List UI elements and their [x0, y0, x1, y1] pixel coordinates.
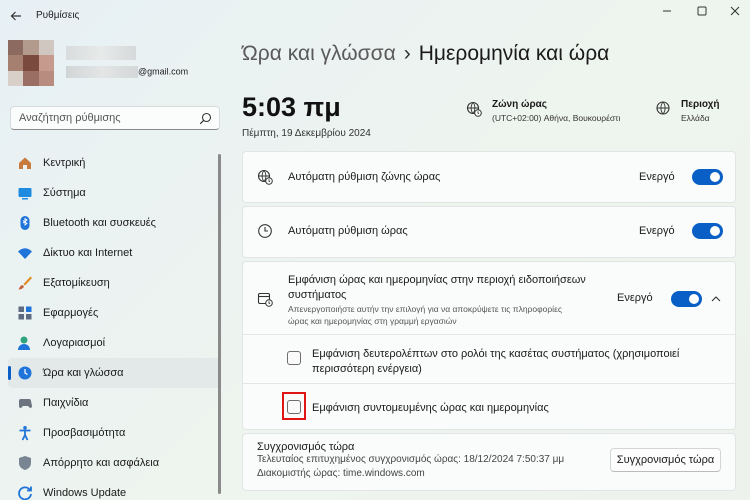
auto-timezone-toggle[interactable] — [692, 169, 723, 185]
title-bar: Ρυθμίσεις — [0, 0, 750, 32]
sync-last: Τελευταίος επιτυχημένος συγχρονισμός ώρα… — [257, 454, 565, 465]
sidebar-item-network[interactable]: Δίκτυο και Internet — [8, 238, 220, 268]
highlight-box — [282, 392, 306, 420]
calendar-clock-icon — [257, 292, 273, 307]
globe-icon — [656, 101, 670, 115]
auto-time-state: Ενεργό — [639, 225, 675, 237]
breadcrumb: Ώρα και γλώσσα › Ημερομηνία και ώρα — [242, 42, 609, 66]
home-icon — [17, 155, 33, 171]
account-icon — [17, 335, 33, 351]
chevron-up-icon[interactable] — [711, 295, 721, 302]
sidebar-item-label: Bluetooth και συσκευές — [43, 217, 156, 229]
profile-name-blurred — [66, 46, 136, 60]
email-blur — [66, 66, 138, 78]
bluetooth-icon — [17, 215, 33, 231]
app-title: Ρυθμίσεις — [36, 10, 80, 21]
sync-now-button[interactable]: Συγχρονισμός τώρα — [610, 448, 721, 472]
show-seconds-label-line2: περισσότερη ενέργεια) — [312, 363, 422, 375]
sidebar-nav: Κεντρική Σύστημα Bluetooth και συσκευές … — [8, 148, 220, 500]
tray-display-state: Ενεργό — [617, 292, 653, 304]
sync-title: Συγχρονισμός τώρα — [257, 441, 355, 453]
sidebar-item-time-language[interactable]: Ώρα και γλώσσα — [8, 358, 220, 388]
divider — [243, 383, 735, 384]
avatar[interactable] — [8, 40, 54, 86]
close-button[interactable] — [718, 2, 750, 20]
sidebar-item-label: Εξατομίκευση — [43, 277, 110, 289]
breadcrumb-parent[interactable]: Ώρα και γλώσσα — [242, 42, 396, 65]
search-input[interactable] — [11, 107, 191, 129]
sidebar-item-label: Λογαριασμοί — [43, 337, 106, 349]
sidebar-item-label: Προσβασιμότητα — [43, 427, 126, 439]
gamepad-icon — [17, 395, 33, 411]
sidebar-item-accounts[interactable]: Λογαριασμοί — [8, 328, 220, 358]
minimize-button[interactable] — [650, 2, 684, 20]
sidebar-item-privacy[interactable]: Απόρρητο και ασφάλεια — [8, 448, 220, 478]
sidebar-item-label: Δίκτυο και Internet — [43, 247, 133, 259]
system-icon — [17, 185, 33, 201]
sidebar-item-label: Windows Update — [43, 487, 127, 499]
tray-display-toggle[interactable] — [671, 291, 702, 307]
short-datetime-label: Εμφάνιση συντομευμένης ώρας και ημερομην… — [312, 402, 549, 414]
show-seconds-label-line1: Εμφάνιση δευτερολέπτων στο ρολόι της κασ… — [312, 348, 680, 360]
maximize-icon — [697, 6, 707, 16]
sidebar-item-label: Παιχνίδια — [43, 397, 89, 409]
tray-display-label-line1: Εμφάνιση ώρας και ημερομηνίας στην περιο… — [288, 274, 586, 286]
back-button[interactable] — [8, 8, 24, 24]
show-seconds-checkbox[interactable] — [287, 351, 301, 365]
time-language-icon — [17, 365, 33, 381]
auto-timezone-card: Αυτόματη ρύθμιση ζώνης ώρας Ενεργό — [242, 151, 736, 203]
sidebar-scrollbar[interactable] — [218, 154, 221, 494]
sidebar-item-label: Κεντρική — [43, 157, 86, 169]
globe-clock-icon — [466, 101, 482, 117]
minimize-icon — [663, 10, 671, 12]
auto-timezone-label: Αυτόματη ρύθμιση ζώνης ώρας — [288, 171, 441, 183]
close-icon — [730, 6, 740, 16]
accessibility-icon — [17, 425, 33, 441]
sidebar-item-label: Απόρρητο και ασφάλεια — [43, 457, 160, 469]
auto-time-label: Αυτόματη ρύθμιση ώρας — [288, 225, 408, 237]
sidebar-item-bluetooth[interactable]: Bluetooth και συσκευές — [8, 208, 220, 238]
auto-timezone-state: Ενεργό — [639, 171, 675, 183]
update-icon — [17, 485, 33, 500]
sidebar-item-system[interactable]: Σύστημα — [8, 178, 220, 208]
timezone-value: (UTC+02:00) Αθήνα, Βουκουρέστι — [492, 113, 621, 123]
sidebar-item-label: Ώρα και γλώσσα — [43, 367, 124, 379]
tray-display-card: Εμφάνιση ώρας και ημερομηνίας στην περιο… — [242, 261, 736, 430]
breadcrumb-separator: › — [403, 42, 411, 65]
region-value: Ελλάδα — [681, 113, 710, 123]
profile-email: @gmail.com — [66, 66, 188, 78]
wifi-icon — [17, 245, 33, 261]
search-icon[interactable] — [199, 112, 212, 125]
back-arrow-icon — [10, 11, 21, 21]
apps-icon — [17, 305, 33, 321]
tray-display-label-line2: συστήματος — [288, 289, 347, 301]
current-date: Πέμπτη, 19 Δεκεμβρίου 2024 — [242, 128, 371, 139]
current-time: 5:03 πμ — [242, 92, 341, 122]
timezone-title: Ζώνη ώρας — [492, 99, 547, 110]
sidebar-item-home[interactable]: Κεντρική — [8, 148, 220, 178]
sidebar-item-label: Σύστημα — [43, 187, 86, 199]
sidebar-item-accessibility[interactable]: Προσβασιμότητα — [8, 418, 220, 448]
tray-display-desc-line1: Απενεργοποιήστε αυτήν την επιλογή για να… — [288, 304, 562, 314]
maximize-button[interactable] — [685, 2, 719, 20]
sync-server: Διακομιστής ώρας: time.windows.com — [257, 468, 425, 479]
brush-icon — [17, 275, 33, 291]
sidebar-item-windows-update[interactable]: Windows Update — [8, 478, 220, 500]
sidebar-item-apps[interactable]: Εφαρμογές — [8, 298, 220, 328]
search-box[interactable] — [10, 106, 220, 130]
shield-icon — [17, 455, 33, 471]
region-title: Περιοχή — [681, 99, 720, 110]
divider — [243, 334, 735, 335]
sidebar-item-personalization[interactable]: Εξατομίκευση — [8, 268, 220, 298]
globe-clock-icon — [257, 169, 273, 185]
sidebar-item-label: Εφαρμογές — [43, 307, 99, 319]
auto-time-toggle[interactable] — [692, 223, 723, 239]
page-title: Ημερομηνία και ώρα — [418, 42, 610, 65]
auto-time-card: Αυτόματη ρύθμιση ώρας Ενεργό — [242, 206, 736, 258]
sidebar-item-gaming[interactable]: Παιχνίδια — [8, 388, 220, 418]
clock-icon — [258, 224, 272, 238]
tray-display-desc-line2: ώρας και ημερομηνίας στη γραμμή εργασιών — [288, 316, 457, 326]
email-domain: @gmail.com — [138, 66, 189, 77]
